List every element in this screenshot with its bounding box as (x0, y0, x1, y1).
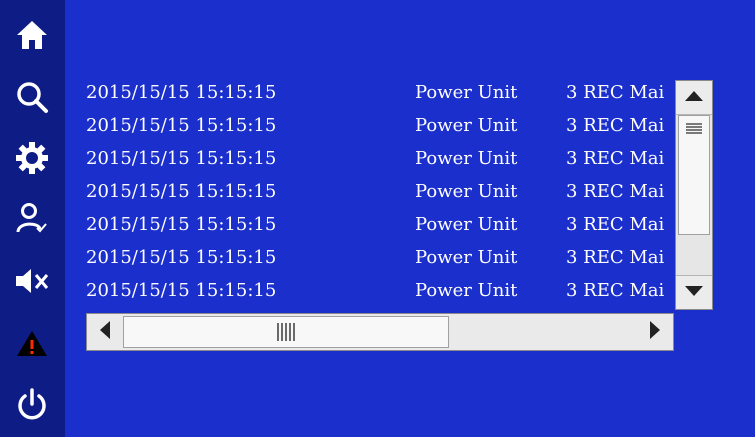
mute-button[interactable] (8, 258, 56, 304)
vertical-scroll-thumb[interactable] (678, 115, 710, 235)
home-icon (15, 19, 49, 51)
log-source: Power Unit (415, 148, 518, 169)
horizontal-scrollbar[interactable] (86, 313, 674, 351)
search-button[interactable] (8, 74, 56, 120)
warning-icon (15, 328, 49, 358)
arrow-left-icon (99, 320, 111, 345)
log-message: 3 REC Mai (566, 148, 665, 169)
search-icon (15, 80, 49, 114)
event-log-list[interactable]: 2015/15/15 15:15:15 Power Unit 3 REC Mai… (70, 78, 675, 310)
log-timestamp: 2015/15/15 15:15:15 (86, 82, 277, 103)
user-check-icon (15, 202, 49, 236)
log-row[interactable]: 2015/15/15 15:15:15 Power Unit 3 REC Mai (70, 243, 675, 273)
log-source: Power Unit (415, 280, 518, 301)
log-row[interactable]: 2015/15/15 15:15:15 Power Unit 3 REC Mai (70, 177, 675, 207)
arrow-down-icon (684, 284, 704, 302)
log-source: Power Unit (415, 181, 518, 202)
alarm-button[interactable] (8, 320, 56, 366)
power-icon (15, 387, 49, 423)
log-row[interactable]: 2015/15/15 15:15:15 Power Unit 3 REC Mai (70, 210, 675, 240)
scroll-left-button[interactable] (87, 314, 123, 350)
log-timestamp: 2015/15/15 15:15:15 (86, 280, 277, 301)
log-row[interactable]: 2015/15/15 15:15:15 Power Unit 3 REC Mai (70, 78, 675, 108)
log-source: Power Unit (415, 247, 518, 268)
gear-icon (15, 141, 49, 175)
log-timestamp: 2015/15/15 15:15:15 (86, 181, 277, 202)
home-button[interactable] (8, 12, 56, 58)
log-source: Power Unit (415, 115, 518, 136)
arrow-right-icon (649, 320, 661, 345)
log-source: Power Unit (415, 214, 518, 235)
log-timestamp: 2015/15/15 15:15:15 (86, 214, 277, 235)
log-message: 3 REC Mai (566, 214, 665, 235)
scroll-down-button[interactable] (676, 275, 712, 309)
scroll-right-button[interactable] (637, 314, 673, 350)
arrow-up-icon (684, 89, 704, 107)
log-row[interactable]: 2015/15/15 15:15:15 Power Unit 3 REC Mai (70, 111, 675, 141)
horizontal-scroll-thumb[interactable] (123, 316, 449, 348)
grip-icon (686, 122, 702, 135)
user-button[interactable] (8, 196, 56, 242)
log-row[interactable]: 2015/15/15 15:15:15 Power Unit 3 REC Mai (70, 276, 675, 306)
scroll-up-button[interactable] (676, 81, 712, 115)
log-message: 3 REC Mai (566, 247, 665, 268)
log-row[interactable]: 2015/15/15 15:15:15 Power Unit 3 REC Mai (70, 144, 675, 174)
screen: 2015/15/15 15:15:15 Power Unit 3 REC Mai… (0, 0, 755, 437)
vertical-scrollbar[interactable] (675, 80, 713, 310)
log-message: 3 REC Mai (566, 115, 665, 136)
log-message: 3 REC Mai (566, 280, 665, 301)
settings-button[interactable] (8, 135, 56, 181)
log-message: 3 REC Mai (566, 181, 665, 202)
power-button[interactable] (8, 382, 56, 428)
log-source: Power Unit (415, 82, 518, 103)
log-timestamp: 2015/15/15 15:15:15 (86, 247, 277, 268)
grip-icon (276, 323, 296, 341)
log-timestamp: 2015/15/15 15:15:15 (86, 115, 277, 136)
sidebar (0, 0, 65, 437)
speaker-mute-icon (14, 266, 50, 296)
log-message: 3 REC Mai (566, 82, 665, 103)
log-timestamp: 2015/15/15 15:15:15 (86, 148, 277, 169)
